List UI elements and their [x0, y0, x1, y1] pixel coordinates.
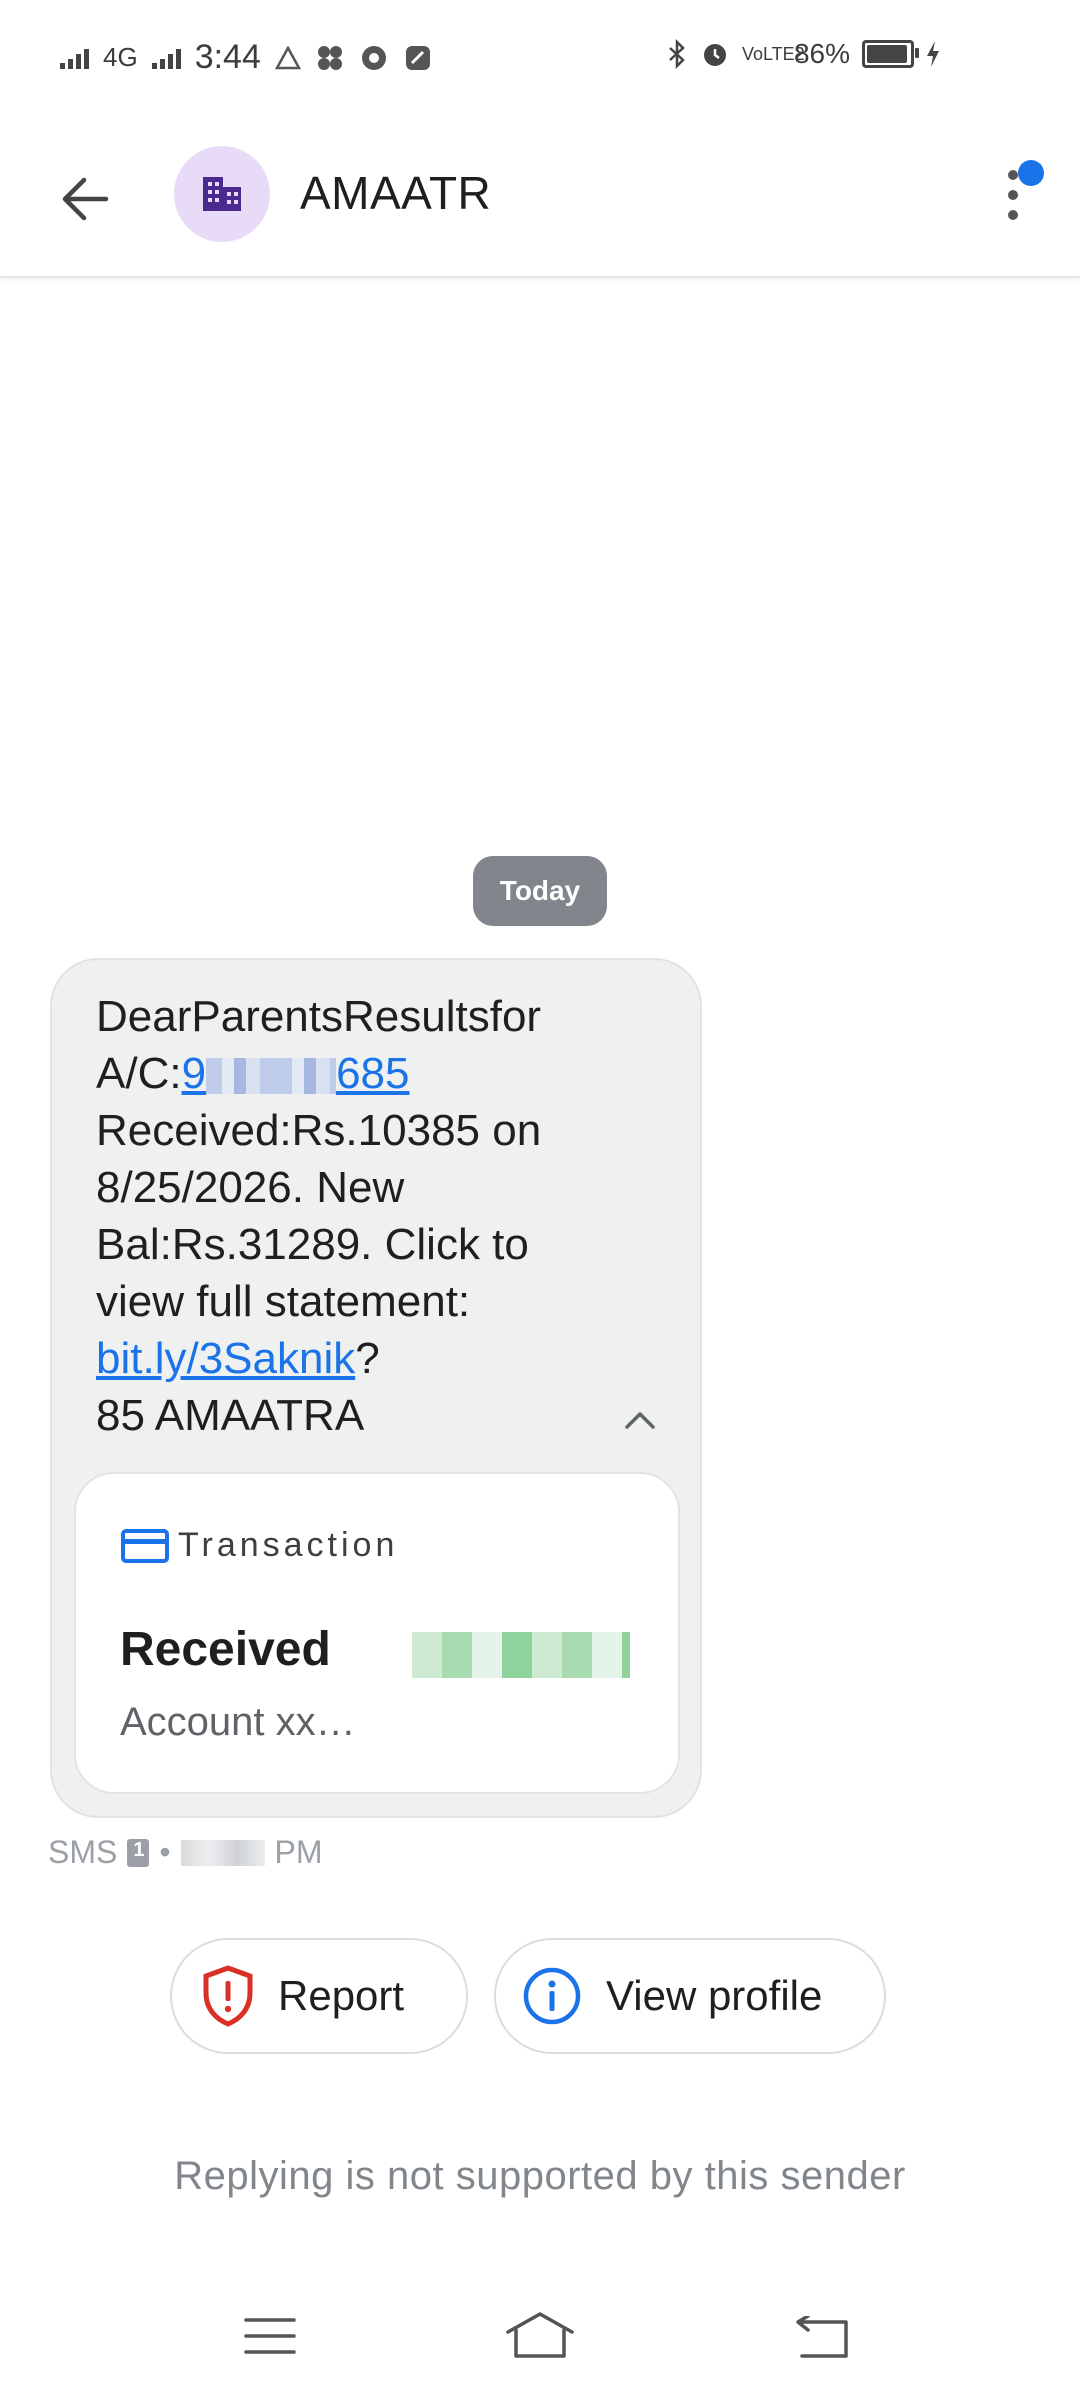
time-suffix: PM — [274, 1834, 323, 1870]
view-profile-button[interactable]: View profile — [494, 1938, 886, 2054]
report-button[interactable]: Report — [170, 1938, 468, 2054]
collapse-chevron-icon[interactable] — [622, 1408, 658, 1432]
message-line: view full statement: — [96, 1277, 471, 1326]
signal-2-icon — [151, 47, 181, 69]
message-line: DearParentsResultsfor — [96, 992, 542, 1041]
notification-dot — [1018, 160, 1044, 186]
message-bubble[interactable]: DearParentsResultsfor A/C:9 685 Received:… — [50, 958, 702, 1818]
redacted-amount — [412, 1632, 630, 1678]
card-account: Account xx… — [120, 1700, 356, 1744]
date-chip: Today — [473, 856, 607, 926]
message-meta: SMS • PM — [48, 1834, 323, 1871]
more-vert-icon — [1008, 170, 1018, 230]
info-icon — [523, 1967, 581, 2025]
card-category: Transaction — [178, 1526, 399, 1564]
more-options-button[interactable] — [982, 156, 1052, 236]
credit-card-icon — [121, 1529, 169, 1563]
app-bar: AMAATR — [0, 120, 1080, 278]
navigation-bar — [0, 2290, 1080, 2400]
redacted-digits — [206, 1058, 277, 1094]
view-profile-label: View profile — [606, 1972, 823, 2019]
app-notification-2-icon — [405, 45, 430, 70]
status-bar: 4G 3:44 VoLTE2 86% — [0, 0, 1080, 120]
message-line: Bal:Rs.31289. Click to — [96, 1220, 529, 1269]
sim-1-icon — [127, 1838, 150, 1867]
back-nav-icon[interactable] — [794, 2316, 850, 2360]
status-right: VoLTE2 86% — [666, 38, 940, 70]
building-icon — [203, 177, 241, 211]
channel-label: SMS — [48, 1834, 118, 1870]
home-icon[interactable] — [504, 2310, 576, 2360]
message-line: 85 AMAATRA — [96, 1391, 365, 1440]
report-shield-icon — [203, 1965, 253, 2027]
account-prefix: A/C: — [96, 1049, 182, 1098]
menu-icon[interactable] — [244, 2316, 296, 2356]
status-left: 4G 3:44 — [60, 38, 433, 77]
network-type: 4G — [103, 42, 138, 72]
meta-separator: • — [159, 1834, 171, 1870]
back-button[interactable] — [52, 166, 118, 232]
battery-percent: 86% — [793, 38, 850, 69]
message-line: Received:Rs.10385 on — [96, 1106, 542, 1155]
report-label: Report — [278, 1972, 405, 2019]
statement-link[interactable]: bit.ly/3Saknik — [96, 1334, 355, 1383]
notification-triangle-icon — [274, 45, 301, 69]
bluetooth-icon — [669, 39, 685, 69]
message-line: 8/25/2026. New — [96, 1163, 405, 1212]
signal-icon — [60, 47, 89, 69]
link-suffix: ? — [355, 1334, 380, 1383]
redacted-time — [180, 1839, 265, 1866]
charging-icon — [927, 41, 939, 67]
message-text: DearParentsResultsfor A/C:9 685 Received:… — [96, 988, 656, 1444]
alarm-icon — [703, 44, 726, 66]
fan-icon — [317, 45, 342, 70]
card-status: Received — [120, 1623, 331, 1676]
battery-icon — [862, 40, 919, 68]
reply-not-supported-note: Replying is not supported by this sender — [174, 2154, 906, 2198]
transaction-card[interactable]: Transaction Received Account xx… — [74, 1472, 680, 1794]
avatar[interactable] — [174, 146, 270, 242]
arrow-back-icon — [62, 177, 109, 221]
sender-name[interactable]: AMAATR — [300, 166, 491, 220]
account-number-link[interactable]: 9 685 — [182, 1049, 410, 1098]
clock: 3:44 — [194, 38, 261, 76]
app-notification-icon — [361, 45, 386, 70]
volte-indicator: VoLTE2 — [741, 44, 805, 64]
